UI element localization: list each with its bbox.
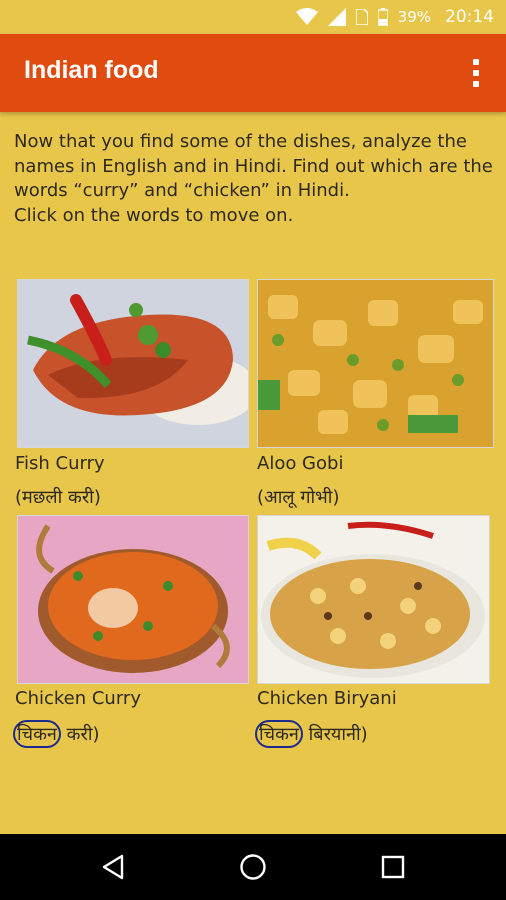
instructions-line-2: Click on the words to move on.	[14, 204, 294, 226]
battery-percent: 39%	[397, 8, 431, 26]
navigation-bar	[0, 834, 506, 900]
hindi-rest: बिरयानी)	[302, 724, 368, 745]
hindi-rest: करी)	[60, 724, 100, 745]
instructions-line-1: Now that you find some of the dishes, an…	[14, 131, 493, 201]
dish-name: Aloo Gobi	[257, 453, 344, 474]
dish-hindi-name: (मछली करी)	[15, 487, 101, 508]
app-title: Indian food	[24, 56, 159, 84]
wifi-icon	[295, 8, 318, 25]
aloo-gobi-photo	[257, 279, 494, 448]
back-icon[interactable]	[73, 834, 153, 900]
home-icon[interactable]	[213, 834, 293, 900]
battery-icon	[377, 8, 388, 26]
app-bar: Indian food	[0, 34, 506, 112]
chicken-biryani-photo	[257, 515, 490, 684]
status-bar: 39% 20:14	[0, 0, 506, 34]
dish-name: Chicken Curry	[15, 688, 141, 709]
instructions-text: Now that you find some of the dishes, an…	[14, 130, 498, 228]
sim-icon	[355, 9, 368, 25]
clock: 20:14	[445, 7, 494, 27]
chicken-curry-photo	[17, 515, 249, 684]
dish-hindi-name: (चिकन बिरयानी)	[255, 720, 368, 748]
dish-hindi-name: (आलू गोभी)	[257, 487, 340, 508]
chicken-word-circle[interactable]: चिकन	[255, 720, 303, 748]
chicken-word-circle[interactable]: चिकन	[13, 720, 61, 748]
dish-hindi-name: (चिकन करी)	[13, 720, 100, 748]
signal-icon	[327, 8, 346, 26]
recents-icon[interactable]	[353, 834, 433, 900]
dish-name: Fish Curry	[15, 453, 105, 474]
overflow-menu-icon[interactable]	[464, 56, 488, 90]
fish-curry-photo	[17, 279, 249, 448]
dish-name: Chicken Biryani	[257, 688, 397, 709]
status-icons: 39% 20:14	[295, 0, 494, 34]
